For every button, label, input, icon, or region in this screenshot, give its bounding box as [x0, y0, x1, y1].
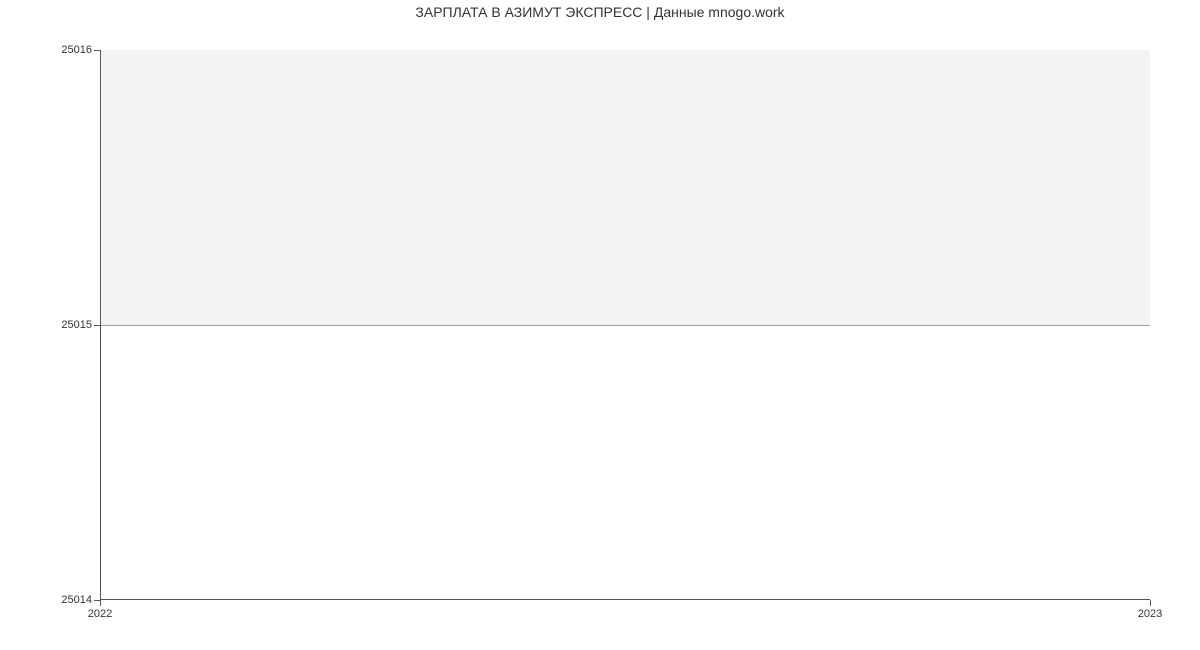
plot-area: [100, 50, 1150, 600]
y-tick: [94, 325, 100, 326]
series-line: [101, 325, 1150, 326]
x-tick: [100, 600, 101, 606]
chart-title: ЗАРПЛАТА В АЗИМУТ ЭКСПРЕСС | Данные mnog…: [0, 4, 1200, 20]
y-tick-label: 25015: [61, 319, 92, 331]
x-tick-label: 2023: [1138, 608, 1162, 620]
x-tick-label: 2022: [88, 608, 112, 620]
y-tick-label: 25014: [61, 594, 92, 606]
x-tick: [1150, 600, 1151, 606]
salary-chart: ЗАРПЛАТА В АЗИМУТ ЭКСПРЕСС | Данные mnog…: [0, 0, 1200, 650]
y-tick: [94, 50, 100, 51]
y-tick-label: 25016: [61, 44, 92, 56]
plot-upper-band: [101, 50, 1150, 325]
